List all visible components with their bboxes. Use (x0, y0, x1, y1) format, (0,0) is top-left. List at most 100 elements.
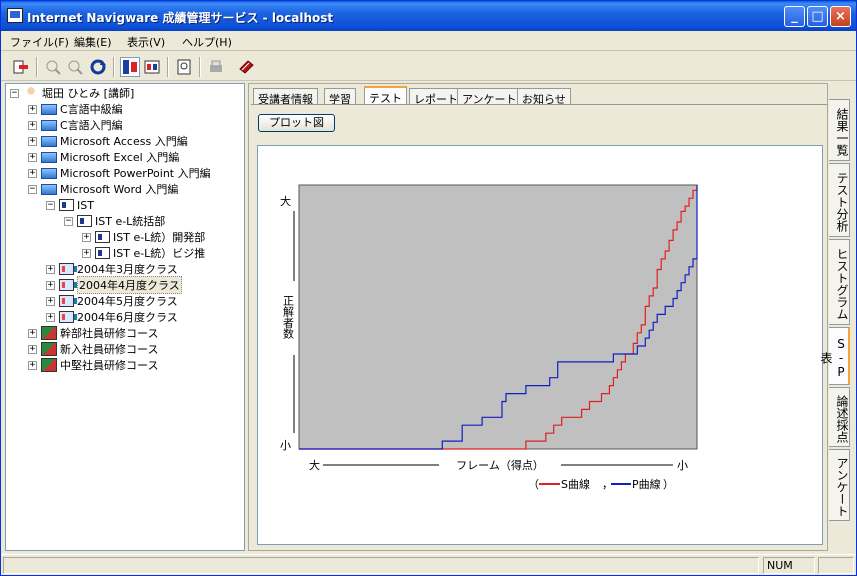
legend-close: ） (663, 478, 674, 491)
expand-icon[interactable]: + (28, 152, 37, 162)
course-pc-icon (41, 103, 57, 115)
menu-file[interactable]: ファイル(F) (10, 34, 69, 50)
tree-item[interactable]: − IST (46, 197, 94, 213)
group-icon (41, 342, 57, 356)
tab-2[interactable]: テスト (364, 86, 407, 105)
expand-icon[interactable]: + (46, 312, 55, 322)
side-tab-0[interactable]: 結果一覧 (829, 99, 850, 161)
tab-4[interactable]: アンケート (457, 88, 522, 106)
tab-0[interactable]: 受講者情報 (253, 88, 318, 106)
status-message (3, 557, 759, 574)
expand-icon[interactable]: + (28, 168, 37, 178)
exit-icon[interactable] (11, 57, 31, 77)
group-icon (41, 326, 57, 340)
tree-item[interactable]: +2004年6月度クラス (46, 309, 178, 325)
side-tab-3[interactable]: S-P表 (819, 327, 850, 385)
side-tab-5[interactable]: アンケート (829, 449, 850, 521)
tree-item[interactable]: + Microsoft Excel 入門編 (28, 149, 179, 165)
tab-5[interactable]: お知らせ (517, 88, 571, 106)
tree-item[interactable]: + IST e-L統）開発部 (82, 229, 205, 245)
toolbar-separator (113, 57, 115, 77)
x-axis-left-label: 大 (309, 458, 320, 472)
toolbar-separator (167, 57, 169, 77)
course-pc-icon (41, 167, 57, 179)
refresh-icon[interactable] (88, 57, 108, 77)
tree-item[interactable]: + IST e-L統）ビジ推 (82, 245, 205, 261)
side-tab-1[interactable]: テスト分析 (829, 163, 850, 237)
toolbar-separator (36, 57, 38, 77)
menu-view[interactable]: 表示(V) (127, 34, 165, 50)
expand-icon[interactable]: + (28, 328, 37, 338)
tree-item[interactable]: − Microsoft Word 入門編 (28, 181, 178, 197)
title-bar[interactable]: Internet Navigware 成績管理サービス - localhost … (1, 1, 856, 31)
tree-item-label: IST (77, 198, 94, 212)
layout-split-icon[interactable] (142, 57, 162, 77)
tree-item[interactable]: + 新入社員研修コース (28, 341, 158, 357)
expand-icon[interactable]: + (28, 136, 37, 146)
s-curve-legend-label: S曲線 (561, 477, 590, 491)
expand-icon[interactable]: + (82, 232, 91, 242)
collapse-icon[interactable]: − (46, 200, 55, 210)
expand-icon[interactable]: + (28, 120, 37, 130)
tree-item[interactable]: − 堀田 ひとみ [講師] (10, 85, 134, 101)
window-title: Internet Navigware 成績管理サービス - localhost (27, 11, 334, 25)
detail-pane: 受講者情報 学習 テスト レポート アンケート お知らせ プロット図 大小正解者数大小フレ… (248, 83, 828, 551)
y-axis-low-label: 小 (280, 439, 291, 452)
expand-icon[interactable]: + (46, 264, 55, 274)
expand-icon[interactable]: + (28, 344, 37, 354)
layout-tree-icon[interactable] (120, 57, 140, 77)
collapse-icon[interactable]: − (10, 88, 19, 98)
tree-item[interactable]: + C言語入門編 (28, 117, 123, 133)
tree-item[interactable]: − IST e-L統括部 (64, 213, 165, 229)
expand-icon[interactable]: + (28, 360, 37, 370)
plot-area (298, 184, 698, 450)
menu-help[interactable]: ヘルプ(H) (182, 34, 232, 50)
expand-icon[interactable]: + (82, 248, 91, 258)
side-tab-4[interactable]: 論述採点 (829, 387, 850, 447)
tree-item[interactable]: + 中堅社員研修コース (28, 357, 158, 373)
tree-item-label: 中堅社員研修コース (60, 359, 159, 372)
maximize-button[interactable]: □ (807, 6, 828, 27)
tab-1[interactable]: 学習 (324, 88, 356, 106)
plot-button[interactable]: プロット図 (258, 114, 335, 132)
org-card-icon (77, 215, 92, 227)
expand-icon[interactable]: + (46, 296, 55, 306)
tab-3[interactable]: レポート (409, 88, 463, 106)
status-bar: NUM (1, 554, 856, 575)
minimize-button[interactable]: _ (784, 6, 805, 27)
close-button[interactable]: × (830, 6, 851, 27)
group-icon (41, 358, 57, 372)
tree-item-label: 幹部社員研修コース (60, 327, 159, 340)
tree-item[interactable]: + Microsoft PowerPoint 入門編 (28, 165, 211, 181)
course-pc-icon (41, 135, 57, 147)
collapse-icon[interactable]: − (64, 216, 73, 226)
legend-open: （ (528, 478, 539, 491)
tree-item-label: 新入社員研修コース (60, 343, 159, 356)
collapse-icon[interactable]: − (28, 184, 37, 194)
course-pc-icon (41, 151, 57, 163)
course-pc-icon (41, 183, 57, 195)
expand-icon[interactable]: + (28, 104, 37, 114)
organization-tree[interactable]: − 堀田 ひとみ [講師] + C言語中級編 + C言語入門編 + Microsoft Acc… (5, 83, 245, 551)
class-icon (59, 311, 77, 323)
tree-item[interactable]: + 幹部社員研修コース (28, 325, 158, 341)
tree-item[interactable]: + C言語中級編 (28, 101, 123, 117)
tree-item[interactable]: +2004年3月度クラス (46, 261, 178, 277)
tree-item-label: 2004年3月度クラス (77, 263, 178, 276)
tree-item-label: 2004年6月度クラス (77, 311, 178, 324)
side-tab-2[interactable]: ヒストグラム (829, 239, 850, 325)
menu-edit[interactable]: 編集(E) (74, 34, 112, 50)
help-book-icon[interactable] (236, 57, 256, 77)
x-axis-right-label: 小 (677, 459, 688, 472)
tree-item-label: 2004年4月度クラス (77, 276, 182, 294)
tree-item[interactable]: +2004年4月度クラス (46, 276, 182, 294)
expand-icon[interactable]: + (46, 280, 55, 290)
print-icon[interactable] (206, 57, 226, 77)
app-window: Internet Navigware 成績管理サービス - localhost … (0, 0, 857, 576)
zoom-in-icon[interactable] (43, 57, 63, 77)
tree-item[interactable]: + Microsoft Access 入門編 (28, 133, 188, 149)
tree-item[interactable]: +2004年5月度クラス (46, 293, 178, 309)
zoom-out-icon[interactable] (65, 57, 85, 77)
p-curve-legend-label: P曲線 (632, 477, 661, 491)
preview-icon[interactable] (174, 57, 194, 77)
